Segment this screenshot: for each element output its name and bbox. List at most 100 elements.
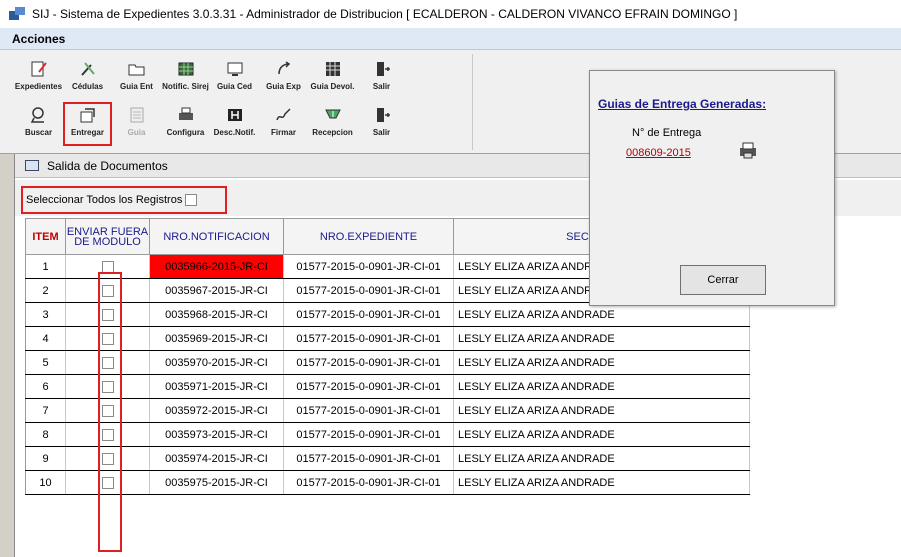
enviar-cell [65, 470, 150, 495]
toolbar-separator [472, 54, 473, 150]
printer-icon [178, 107, 193, 120]
sign-icon [275, 108, 291, 121]
secretario-cell: LESLY ELIZA ARIZA ANDRADE [453, 470, 750, 495]
salir-button-1[interactable]: Salir [357, 56, 406, 100]
enviar-checkbox[interactable] [101, 332, 114, 345]
guia-exp-button[interactable]: Guia Exp [259, 56, 308, 100]
table-icon [325, 62, 340, 76]
desc-notif-button[interactable]: Desc.Notif. [210, 102, 259, 146]
secretario-cell: LESLY ELIZA ARIZA ANDRADE [453, 302, 750, 327]
item-cell: 2 [25, 278, 66, 303]
notificacion-cell: 0035969-2015-JR-CI [149, 326, 284, 351]
table-row[interactable]: 9 0035974-2015-JR-CI 01577-2015-0-0901-JR-… [25, 446, 750, 471]
enviar-cell [65, 254, 150, 279]
entrega-number-label: N° de Entrega [632, 127, 702, 139]
print-icon[interactable] [738, 141, 758, 159]
exit-icon [376, 108, 390, 122]
tools-icon [80, 62, 95, 76]
select-all-control[interactable]: Seleccionar Todos los Registros [21, 186, 227, 214]
enviar-checkbox[interactable] [101, 356, 114, 369]
item-cell: 9 [25, 446, 66, 471]
table-row[interactable]: 3 0035968-2015-JR-CI 01577-2015-0-0901-JR-… [25, 302, 750, 327]
folder-open-icon [128, 64, 144, 76]
expediente-cell: 01577-2015-0-0901-JR-CI-01 [283, 350, 454, 375]
configura-button[interactable]: Configura [161, 102, 210, 146]
select-all-checkbox[interactable] [185, 194, 198, 206]
header-expediente[interactable]: NRO.EXPEDIENTE [283, 218, 454, 255]
table-row[interactable]: 8 0035973-2015-JR-CI 01577-2015-0-0901-JR-… [25, 422, 750, 447]
notificacion-cell: 0035972-2015-JR-CI [149, 398, 284, 423]
arrow-icon [277, 61, 290, 75]
expediente-cell: 01577-2015-0-0901-JR-CI-01 [283, 254, 454, 279]
header-enviar[interactable]: ENVIAR FUERA DE MODULO [65, 218, 150, 255]
cedulas-button[interactable]: Cédulas [63, 56, 112, 100]
enviar-checkbox[interactable] [101, 260, 114, 273]
select-all-label: Seleccionar Todos los Registros [26, 194, 183, 206]
buscar-button[interactable]: Buscar [14, 102, 63, 146]
item-cell: 3 [25, 302, 66, 327]
guia-button[interactable]: Guia [112, 102, 161, 146]
enviar-checkbox[interactable] [101, 452, 114, 465]
enviar-cell [65, 350, 150, 375]
item-cell: 5 [25, 350, 66, 375]
secretario-cell: LESLY ELIZA ARIZA ANDRADE [453, 374, 750, 399]
expediente-cell: 01577-2015-0-0901-JR-CI-01 [283, 446, 454, 471]
table-row[interactable]: 5 0035970-2015-JR-CI 01577-2015-0-0901-JR-… [25, 350, 750, 375]
enviar-cell [65, 374, 150, 399]
enviar-cell [65, 278, 150, 303]
entregar-button[interactable]: Entregar [63, 102, 112, 146]
enviar-cell [65, 446, 150, 471]
notificacion-cell: 0035973-2015-JR-CI [149, 422, 284, 447]
expediente-cell: 01577-2015-0-0901-JR-CI-01 [283, 278, 454, 303]
entrega-link[interactable]: 008609-2015 [626, 147, 691, 159]
header-notificacion[interactable]: NRO.NOTIFICACION [149, 218, 284, 255]
salir-button-2[interactable]: Salir [357, 102, 406, 146]
expediente-cell: 01577-2015-0-0901-JR-CI-01 [283, 470, 454, 495]
enviar-checkbox[interactable] [101, 428, 114, 441]
guia-devol-button[interactable]: Guia Devol. [308, 56, 357, 100]
enviar-cell [65, 326, 150, 351]
toolbar-row-1: Expedientes Cédulas Guia Ent Notific. Si… [14, 56, 406, 100]
grid-icon [178, 62, 193, 76]
guia-ced-button[interactable]: Guia Ced [210, 56, 259, 100]
app-icon [9, 7, 25, 20]
item-cell: 7 [25, 398, 66, 423]
guia-ent-button[interactable]: Guia Ent [112, 56, 161, 100]
table-row[interactable]: 6 0035971-2015-JR-CI 01577-2015-0-0901-JR-… [25, 374, 750, 399]
menu-acciones[interactable]: Acciones [12, 32, 65, 46]
enviar-checkbox[interactable] [101, 308, 114, 321]
cerrar-button[interactable]: Cerrar [680, 265, 766, 295]
table-row[interactable]: 7 0035972-2015-JR-CI 01577-2015-0-0901-JR-… [25, 398, 750, 423]
notificacion-cell: 0035967-2015-JR-CI [149, 278, 284, 303]
secretario-cell: LESLY ELIZA ARIZA ANDRADE [453, 422, 750, 447]
enviar-checkbox[interactable] [101, 284, 114, 297]
notific-sirej-button[interactable]: Notific. Sirej [161, 56, 210, 100]
secretario-cell: LESLY ELIZA ARIZA ANDRADE [453, 326, 750, 351]
edit-document-icon [31, 61, 47, 77]
reception-icon [324, 109, 341, 119]
window-title: SIJ - Sistema de Expedientes 3.0.3.31 - … [32, 7, 738, 21]
search-icon [30, 107, 44, 123]
exit-icon [376, 62, 390, 76]
firmar-button[interactable]: Firmar [259, 102, 308, 146]
recepcion-button[interactable]: Recepcion [308, 102, 357, 146]
download-icon [227, 109, 242, 121]
enviar-checkbox[interactable] [101, 380, 114, 393]
table-row[interactable]: 4 0035969-2015-JR-CI 01577-2015-0-0901-JR-… [25, 326, 750, 351]
secretario-cell: LESLY ELIZA ARIZA ANDRADE [453, 350, 750, 375]
enviar-checkbox[interactable] [101, 404, 114, 417]
table-row[interactable]: 10 0035975-2015-JR-CI 01577-2015-0-0901-JR… [25, 470, 750, 495]
secretario-cell: LESLY ELIZA ARIZA ANDRADE [453, 446, 750, 471]
toolbar-row-2: Buscar Entregar Guia Configura Desc.Noti… [14, 102, 406, 146]
item-cell: 1 [25, 254, 66, 279]
expediente-cell: 01577-2015-0-0901-JR-CI-01 [283, 302, 454, 327]
enviar-cell [65, 302, 150, 327]
enviar-checkbox[interactable] [101, 476, 114, 489]
expediente-cell: 01577-2015-0-0901-JR-CI-01 [283, 326, 454, 351]
item-cell: 10 [25, 470, 66, 495]
header-item[interactable]: ITEM [25, 218, 66, 255]
notificacion-cell: 0035975-2015-JR-CI [149, 470, 284, 495]
notificacion-cell: 0035974-2015-JR-CI [149, 446, 284, 471]
menu-bar: Acciones [0, 28, 901, 50]
expedientes-button[interactable]: Expedientes [14, 56, 63, 100]
